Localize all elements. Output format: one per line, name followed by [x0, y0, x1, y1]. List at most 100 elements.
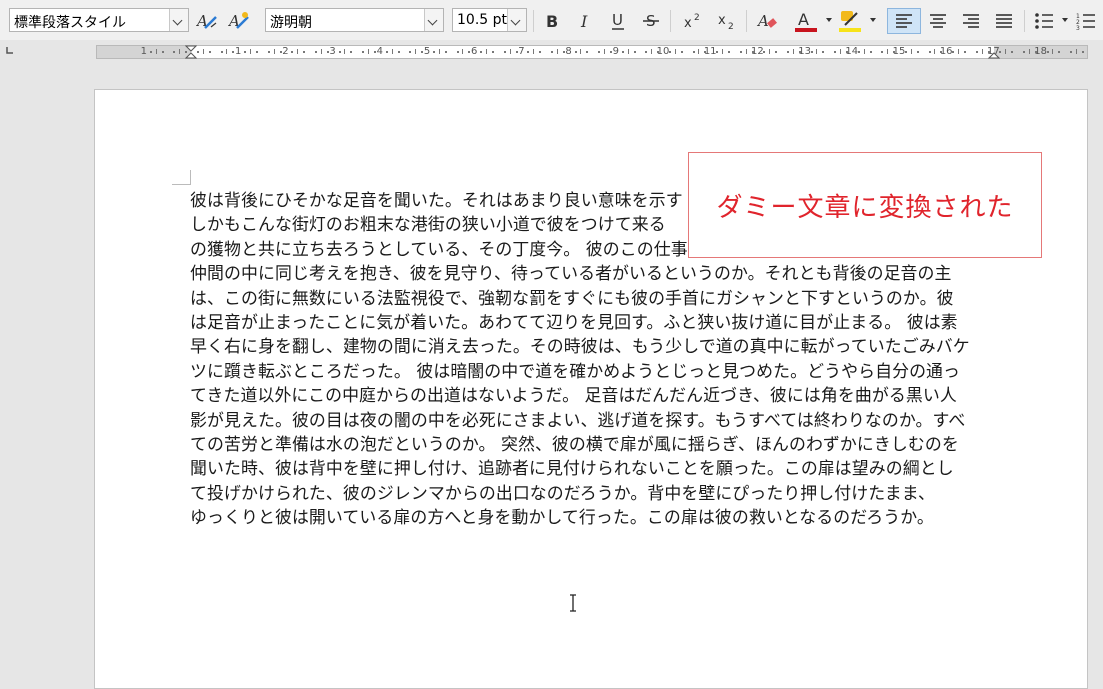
- chevron-down-icon[interactable]: [1062, 18, 1068, 22]
- first-line-indent-icon[interactable]: [185, 45, 197, 59]
- superscript-icon[interactable]: x2: [680, 8, 706, 34]
- update-style-icon[interactable]: A: [194, 8, 220, 34]
- ruler-dot: [373, 51, 376, 53]
- justify-icon[interactable]: [989, 8, 1019, 34]
- paragraph-style-combo[interactable]: 標準段落スタイル: [9, 8, 189, 32]
- ruler-tick: [816, 49, 818, 54]
- strikethrough-icon[interactable]: S: [639, 8, 663, 34]
- ruler-tick: [604, 49, 605, 54]
- svg-text:B: B: [546, 12, 558, 31]
- ruler-tick: [745, 49, 747, 54]
- text-line[interactable]: ゆっくりと彼は開いている扉の方へと身を動かして行った。この扉は彼の救いとなるのだ…: [190, 505, 1000, 529]
- ruler-dot: [432, 51, 435, 53]
- callout-text: ダミー文章に変換された: [716, 192, 1014, 223]
- ruler-dot: [1058, 51, 1061, 53]
- ruler-dot: [668, 51, 671, 53]
- chevron-down-icon[interactable]: [870, 18, 876, 22]
- tab-stop-icon[interactable]: [6, 46, 14, 54]
- bullet-list-icon[interactable]: [1030, 8, 1058, 34]
- text-line[interactable]: は足音が止まったことに気が着いた。あわてて辺りを見回す。ふと狭い抜け道に目が止ま…: [190, 310, 1000, 334]
- ruler-label: 2: [282, 46, 289, 57]
- ruler-tick: [1028, 49, 1030, 54]
- text-line[interactable]: は、この街に無数にいる法監視役で、強靭な罰をすぐにも彼の手首にガシャンと下すとい…: [190, 286, 1000, 310]
- text-line[interactable]: てきた道以外にこの中庭からの出道はないようだ。 足音はだんだん近づき、彼には角を…: [190, 383, 1000, 407]
- ruler-tick: [273, 49, 275, 54]
- ruler-dot: [196, 51, 199, 53]
- svg-text:U: U: [612, 11, 623, 29]
- font-name-value[interactable]: 游明朝: [270, 12, 312, 32]
- text-line[interactable]: て投げかけられた、彼のジレンマからの出口なのだろうか。背中を壁にぴったり押し付け…: [190, 481, 1000, 505]
- text-line[interactable]: ての苦労と準備は水の泡だというのか。 突然、彼の横で扉が風に揺らぎ、ほんのわずか…: [190, 432, 1000, 456]
- text-line[interactable]: ツに躓き転ぶところだった。 彼は暗闇の中で道を確かめようとじっと見つめた。どうや…: [190, 359, 1000, 383]
- font-name-combo[interactable]: 游明朝: [265, 8, 444, 32]
- ruler-dot: [1034, 51, 1037, 53]
- ruler-dot: [279, 51, 282, 53]
- ruler-label: 9: [612, 46, 619, 57]
- ruler-tick: [651, 49, 653, 54]
- ruler-dot: [1022, 51, 1025, 53]
- ruler-tick: [462, 49, 464, 54]
- underline-icon[interactable]: U: [606, 8, 630, 34]
- new-style-icon[interactable]: A: [226, 8, 252, 34]
- ruler-dot: [963, 51, 966, 53]
- horizontal-ruler[interactable]: 1 1 2 3 4 5 6 7 8 9 10 11 12 13 14 15 16 17 18: [96, 45, 1088, 59]
- italic-icon[interactable]: I: [573, 8, 597, 34]
- text-line[interactable]: 影が見えた。彼の目は夜の闇の中を必死にさまよい、逃げ道を探す。もうすべては終わり…: [190, 408, 1000, 432]
- ruler-dot: [716, 51, 719, 53]
- ruler-tick: [887, 49, 889, 54]
- ruler-area: 1 1 2 3 4 5 6 7 8 9 10 11 12 13 14 15 16 17 18: [0, 40, 1103, 62]
- ruler-tick: [226, 49, 228, 54]
- ruler-dot: [255, 51, 258, 53]
- svg-text:x: x: [684, 16, 692, 31]
- right-indent-icon[interactable]: [988, 45, 1000, 59]
- chevron-down-icon[interactable]: [826, 18, 832, 22]
- numbered-list-icon[interactable]: 123: [1072, 8, 1100, 34]
- ruler-dot: [291, 51, 294, 53]
- align-right-icon[interactable]: [956, 8, 986, 34]
- align-left-icon[interactable]: [887, 8, 921, 34]
- ruler-dot: [303, 51, 306, 53]
- toolbar-separator: [746, 10, 747, 32]
- ruler-dot: [574, 51, 577, 53]
- chevron-down-icon[interactable]: [424, 9, 443, 31]
- ruler-tick: [1052, 49, 1054, 54]
- ruler-dot: [928, 51, 931, 53]
- ruler-dot: [444, 51, 447, 53]
- highlight-icon[interactable]: [834, 8, 864, 34]
- ruler-tick: [792, 49, 794, 54]
- subscript-icon[interactable]: x2: [714, 8, 740, 34]
- ruler-dot: [550, 51, 553, 53]
- font-color-icon[interactable]: A: [790, 8, 820, 34]
- paragraph-style-value[interactable]: 標準段落スタイル: [14, 12, 126, 32]
- chevron-down-icon[interactable]: [507, 9, 526, 31]
- ruler-dot: [940, 51, 943, 53]
- callout-box[interactable]: ダミー文章に変換された: [688, 152, 1042, 258]
- ruler-dot: [1070, 51, 1073, 53]
- ruler-dot: [763, 51, 766, 53]
- align-center-icon[interactable]: [923, 8, 953, 34]
- ruler-tick: [981, 49, 983, 54]
- clear-formatting-icon[interactable]: A: [754, 8, 780, 34]
- ruler-dot: [149, 51, 152, 53]
- ruler-dot: [161, 51, 164, 53]
- bold-icon[interactable]: B: [540, 8, 564, 34]
- text-line[interactable]: 仲間の中に同じ考えを抱き、彼を見守り、待っている者がいるというのか。それとも背後…: [190, 261, 1000, 285]
- text-line[interactable]: 早く右に身を翻し、建物の間に消え去った。その時彼は、もう少しで道の真中に転がって…: [190, 334, 1000, 358]
- font-size-value[interactable]: 10.5 pt: [457, 12, 507, 28]
- ruler-dot: [727, 51, 730, 53]
- svg-text:A: A: [756, 12, 769, 30]
- font-size-combo[interactable]: 10.5 pt: [452, 8, 527, 32]
- ruler-dot: [952, 51, 955, 53]
- ruler-dot: [562, 51, 565, 53]
- chevron-down-icon[interactable]: [169, 9, 188, 31]
- ruler-label: 7: [518, 46, 525, 57]
- ruler-tick: [934, 49, 936, 54]
- ruler-dot: [220, 51, 223, 53]
- ruler-dot: [527, 51, 530, 53]
- ruler-dot: [314, 51, 317, 53]
- ruler-dot: [786, 51, 789, 53]
- ruler-tick: [1076, 49, 1077, 54]
- ruler-dot: [232, 51, 235, 53]
- text-line[interactable]: 聞いた時、彼は背中を壁に押し付け、追跡者に見付けられないことを願った。この扉は望…: [190, 456, 1000, 480]
- ruler-dot: [775, 51, 778, 53]
